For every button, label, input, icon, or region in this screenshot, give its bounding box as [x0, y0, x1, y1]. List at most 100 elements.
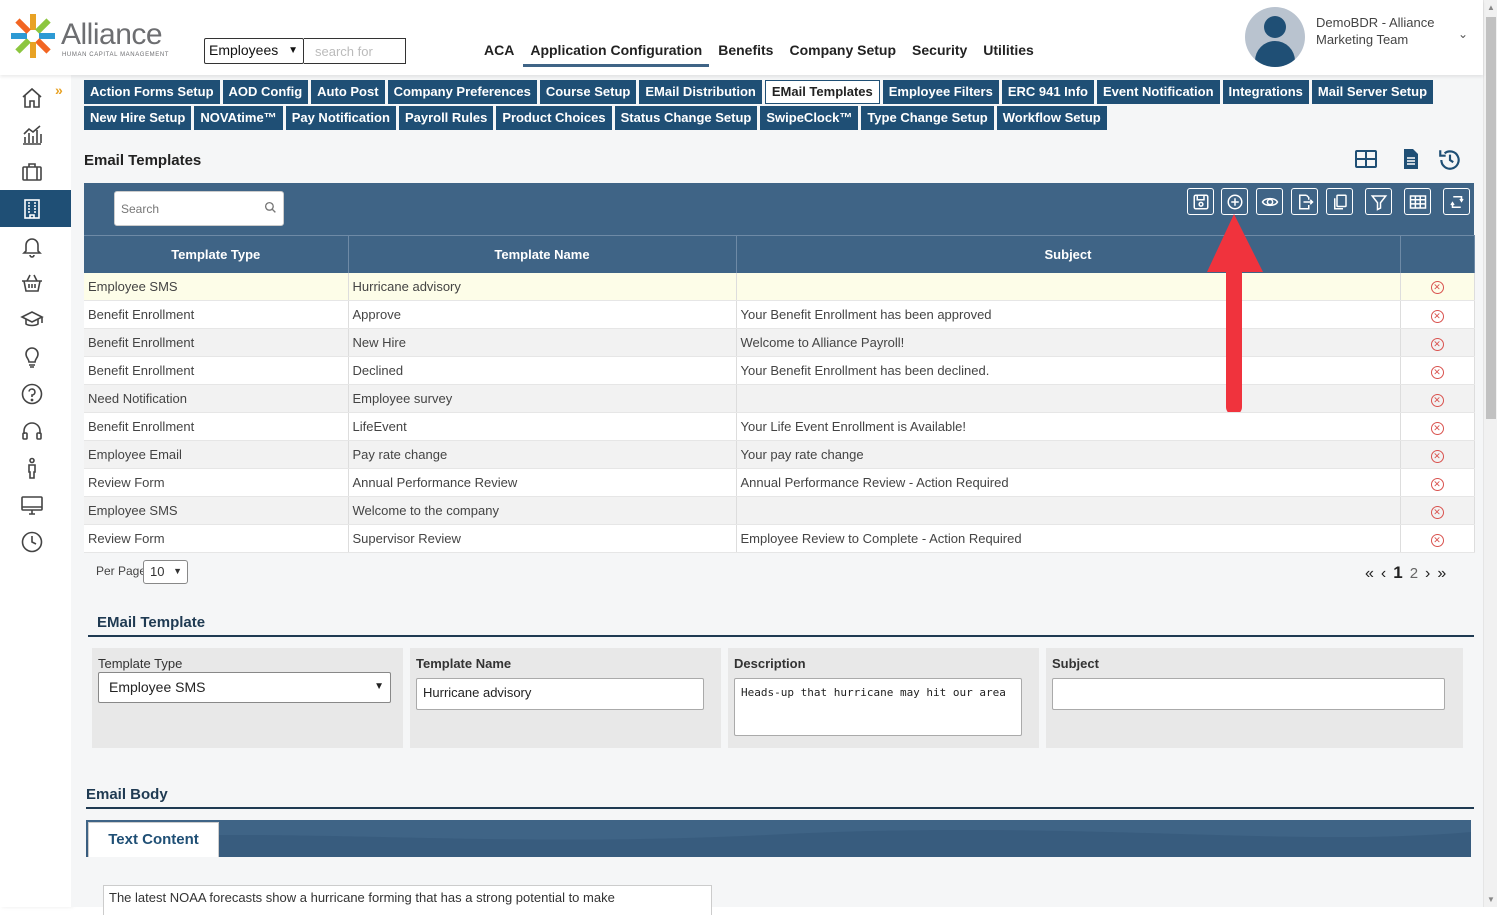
export-button[interactable]	[1291, 188, 1318, 215]
column-header-template-name[interactable]: Template Name	[348, 235, 737, 273]
next-page-icon[interactable]: ›	[1425, 565, 1430, 583]
prev-page-icon[interactable]: ‹	[1381, 565, 1386, 583]
nav-utilities[interactable]: Utilities	[976, 40, 1041, 67]
tab-company-preferences[interactable]: Company Preferences	[387, 80, 537, 104]
tab-type-change-setup[interactable]: Type Change Setup	[861, 106, 994, 130]
briefcase-icon[interactable]	[0, 153, 71, 190]
table-row[interactable]: Benefit Enrollment Declined Your Benefit…	[84, 356, 1475, 385]
table-row[interactable]: Benefit Enrollment LifeEvent Your Life E…	[84, 412, 1475, 441]
delete-row-button[interactable]: ✕	[1400, 356, 1475, 385]
alliance-logo[interactable]: Alliance HUMAN CAPITAL MANAGEMENT	[9, 10, 169, 62]
first-page-icon[interactable]: «	[1365, 565, 1374, 583]
document-icon[interactable]	[1399, 147, 1423, 171]
table-row[interactable]: Benefit Enrollment Approve Your Benefit …	[84, 300, 1475, 329]
tab-workflow-setup[interactable]: Workflow Setup	[996, 106, 1107, 130]
subject-field[interactable]	[1052, 678, 1445, 710]
tab-novatime[interactable]: NOVAtime™	[194, 106, 283, 130]
grid-view-icon[interactable]	[1354, 147, 1378, 171]
delete-row-button[interactable]: ✕	[1400, 272, 1475, 301]
tab-product-choices[interactable]: Product Choices	[496, 106, 612, 130]
lightbulb-icon[interactable]	[0, 338, 71, 375]
scroll-up-icon[interactable]: ▲	[1487, 3, 1495, 12]
column-header-template-type[interactable]: Template Type	[84, 235, 349, 273]
tab-course-setup[interactable]: Course Setup	[539, 80, 637, 104]
home-icon[interactable]	[0, 79, 71, 116]
columns-button[interactable]	[1404, 188, 1431, 215]
tab-swipeclock[interactable]: SwipeClock™	[760, 106, 859, 130]
global-search-input[interactable]: search for	[304, 38, 406, 64]
email-body-editor[interactable]: The latest NOAA forecasts show a hurrica…	[103, 885, 712, 915]
basket-icon[interactable]	[0, 264, 71, 301]
tab-auto-post[interactable]: Auto Post	[311, 80, 385, 104]
tab-email-distribution[interactable]: EMail Distribution	[639, 80, 762, 104]
nav-benefits[interactable]: Benefits	[711, 40, 780, 67]
page-scrollbar[interactable]: ▲ ▼	[1483, 0, 1497, 907]
tab-pay-notification[interactable]: Pay Notification	[285, 106, 396, 130]
tab-action-forms-setup[interactable]: Action Forms Setup	[84, 80, 220, 104]
delete-row-button[interactable]: ✕	[1400, 468, 1475, 497]
tab-email-templates[interactable]: EMail Templates	[764, 80, 880, 104]
delete-row-button[interactable]: ✕	[1400, 412, 1475, 441]
page-number[interactable]: 2	[1410, 565, 1418, 582]
delete-row-button[interactable]: ✕	[1400, 328, 1475, 357]
nav-aca[interactable]: ACA	[477, 40, 521, 67]
table-row[interactable]: Need Notification Employee survey ✕	[84, 384, 1475, 413]
view-button[interactable]	[1256, 188, 1283, 215]
logo-text: Alliance	[61, 18, 163, 51]
page-number-current[interactable]: 1	[1393, 563, 1402, 583]
tab-payroll-rules[interactable]: Payroll Rules	[398, 106, 494, 130]
delete-row-button[interactable]: ✕	[1400, 496, 1475, 525]
save-button[interactable]	[1187, 188, 1214, 215]
tab-erc-941-info[interactable]: ERC 941 Info	[1001, 80, 1094, 104]
tab-integrations[interactable]: Integrations	[1222, 80, 1309, 104]
column-header-subject[interactable]: Subject	[736, 235, 1401, 273]
tab-mail-server-setup[interactable]: Mail Server Setup	[1311, 80, 1434, 104]
graduation-cap-icon[interactable]	[0, 301, 71, 338]
scroll-down-icon[interactable]: ▼	[1487, 895, 1495, 904]
table-row[interactable]: Employee SMS Hurricane advisory ✕	[84, 272, 1475, 301]
nav-company-setup[interactable]: Company Setup	[782, 40, 903, 67]
nav-security[interactable]: Security	[905, 40, 974, 67]
search-scope-select[interactable]: Employees ▼	[204, 38, 304, 64]
monitor-icon[interactable]	[0, 486, 71, 523]
delete-row-button[interactable]: ✕	[1400, 384, 1475, 413]
headset-icon[interactable]	[0, 412, 71, 449]
tab-status-change-setup[interactable]: Status Change Setup	[614, 106, 758, 130]
scrollbar-thumb[interactable]	[1486, 17, 1496, 419]
tab-employee-filters[interactable]: Employee Filters	[882, 80, 999, 104]
history-icon[interactable]	[1437, 147, 1463, 173]
tab-event-notification[interactable]: Event Notification	[1097, 80, 1220, 104]
delete-row-button[interactable]: ✕	[1400, 300, 1475, 329]
add-button[interactable]	[1221, 188, 1248, 215]
refresh-button[interactable]	[1443, 188, 1470, 215]
nav-application-configuration[interactable]: Application Configuration	[523, 40, 710, 67]
description-label: Description	[734, 656, 806, 671]
description-field[interactable]: Heads-up that hurricane may hit our area	[734, 678, 1022, 736]
table-row[interactable]: Employee SMS Welcome to the company ✕	[84, 496, 1475, 525]
tab-text-content[interactable]: Text Content	[88, 822, 219, 857]
bell-icon[interactable]	[0, 227, 71, 264]
table-row[interactable]: Benefit Enrollment New Hire Welcome to A…	[84, 328, 1475, 357]
filter-button[interactable]	[1365, 188, 1392, 215]
analytics-icon[interactable]	[0, 116, 71, 153]
tab-new-hire-setup[interactable]: New Hire Setup	[84, 106, 192, 130]
delete-row-button[interactable]: ✕	[1400, 524, 1475, 553]
user-avatar[interactable]	[1245, 7, 1305, 67]
help-icon[interactable]	[0, 375, 71, 412]
table-row[interactable]: Review Form Annual Performance Review An…	[84, 468, 1475, 497]
user-menu-chevron-icon[interactable]: ⌄	[1458, 27, 1468, 41]
template-type-select[interactable]: Employee SMS ▼	[98, 672, 391, 703]
delete-row-button[interactable]: ✕	[1400, 440, 1475, 469]
template-name-field[interactable]: Hurricane advisory	[416, 678, 704, 710]
last-page-icon[interactable]: »	[1437, 565, 1446, 583]
copy-button[interactable]	[1326, 188, 1353, 215]
person-icon[interactable]	[0, 449, 71, 486]
user-menu[interactable]: DemoBDR - Alliance Marketing Team	[1316, 14, 1456, 48]
per-page-select[interactable]: 10 ▼	[143, 560, 188, 584]
building-icon[interactable]	[0, 190, 71, 227]
table-row[interactable]: Review Form Supervisor Review Employee R…	[84, 524, 1475, 553]
table-row[interactable]: Employee Email Pay rate change Your pay …	[84, 440, 1475, 469]
tab-aod-config[interactable]: AOD Config	[222, 80, 309, 104]
clock-icon[interactable]	[0, 523, 71, 560]
grid-search-input[interactable]: Search	[114, 191, 284, 226]
